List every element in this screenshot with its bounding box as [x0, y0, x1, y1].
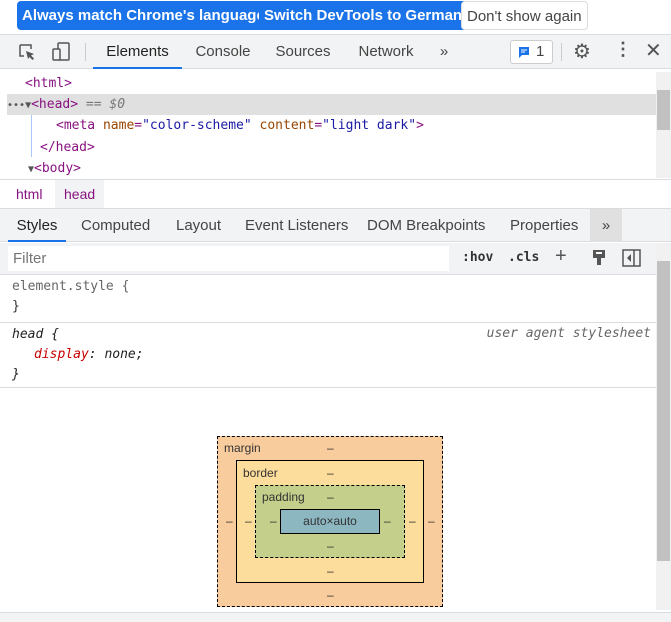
tab-properties[interactable]: Properties	[510, 209, 578, 242]
border-top-value[interactable]: –	[327, 466, 334, 480]
issues-icon	[519, 47, 529, 58]
padding-right-value[interactable]: –	[384, 514, 391, 528]
tab-console[interactable]: Console	[186, 35, 260, 69]
switch-devtools-german-button[interactable]: Switch DevTools to German	[259, 1, 468, 30]
head-rule[interactable]: head { display: none; }	[12, 325, 144, 385]
bottom-bar	[0, 612, 671, 622]
dom-node-head-selected[interactable]: •••▼<head> == $0	[7, 94, 656, 115]
devtools-toolbar: Elements Console Sources Network » 1 ⚙ ⋮…	[0, 34, 671, 69]
tab-network[interactable]: Network	[350, 35, 422, 69]
toggle-sidebar-icon[interactable]	[622, 249, 641, 267]
tab-styles[interactable]: Styles	[8, 209, 66, 242]
breadcrumb: html head	[0, 179, 671, 208]
margin-bottom-value[interactable]: –	[327, 588, 334, 602]
inspect-element-icon[interactable]	[18, 43, 36, 61]
styles-scrollbar[interactable]	[656, 243, 671, 610]
dom-scrollbar[interactable]	[656, 72, 671, 178]
more-sidebar-tabs-button[interactable]: »	[590, 209, 622, 242]
padding-bottom-value[interactable]: –	[327, 539, 334, 553]
tab-layout[interactable]: Layout	[176, 209, 221, 242]
dom-node-meta[interactable]: <meta name="color-scheme" content="light…	[56, 115, 424, 136]
padding-label: padding	[262, 490, 305, 504]
dom-node-head-close[interactable]: </head>	[40, 137, 95, 158]
margin-top-value[interactable]: –	[327, 441, 334, 455]
padding-left-value[interactable]: –	[270, 514, 277, 528]
border-label: border	[243, 466, 278, 480]
hover-state-toggle[interactable]: :hov	[462, 250, 493, 265]
box-model-content[interactable]: auto×auto	[280, 509, 380, 534]
tab-elements[interactable]: Elements	[93, 35, 182, 69]
dom-tree: <html> •••▼<head> == $0 <meta name="colo…	[0, 72, 671, 178]
breadcrumb-head[interactable]: head	[55, 180, 105, 208]
css-property-display[interactable]: display	[12, 347, 89, 362]
more-tabs-button[interactable]: »	[432, 35, 456, 69]
tab-event-listeners[interactable]: Event Listeners	[245, 209, 348, 242]
border-left-value[interactable]: –	[245, 514, 252, 528]
always-match-language-button[interactable]: Always match Chrome's language	[17, 1, 270, 30]
sidebar-tabs: Styles Computed Layout Event Listeners D…	[0, 208, 671, 242]
margin-label: margin	[224, 441, 261, 455]
border-right-value[interactable]: –	[409, 514, 416, 528]
styles-toolbar: :hov .cls +	[0, 243, 656, 275]
user-agent-stylesheet-label: user agent stylesheet	[486, 326, 651, 341]
tab-computed[interactable]: Computed	[81, 209, 150, 242]
settings-gear-icon[interactable]: ⚙	[573, 39, 591, 64]
close-icon[interactable]: ✕	[645, 38, 662, 63]
node-actions-dots[interactable]: •••	[7, 100, 25, 111]
border-bottom-value[interactable]: –	[327, 564, 334, 578]
dont-show-again-button[interactable]: Don't show again	[461, 1, 588, 30]
padding-top-value[interactable]: –	[327, 490, 334, 504]
issues-button[interactable]: 1	[510, 40, 553, 64]
device-toolbar-icon[interactable]	[52, 42, 70, 62]
class-toggle[interactable]: .cls	[508, 250, 539, 265]
issues-count: 1	[536, 43, 545, 60]
new-rule-plus-icon[interactable]: +	[555, 245, 567, 268]
margin-left-value[interactable]: –	[226, 514, 233, 528]
color-format-brush-icon[interactable]	[591, 249, 607, 267]
tab-sources[interactable]: Sources	[268, 35, 338, 69]
tab-dom-breakpoints[interactable]: DOM Breakpoints	[367, 209, 485, 242]
margin-right-value[interactable]: –	[428, 514, 435, 528]
dom-node-html[interactable]: <html>	[25, 73, 72, 94]
breadcrumb-html[interactable]: html	[16, 186, 42, 202]
element-style-rule[interactable]: element.style {}	[12, 277, 129, 317]
css-value-none[interactable]: none;	[104, 347, 143, 362]
dom-node-body[interactable]: ▼<body>	[28, 158, 81, 179]
more-options-icon[interactable]: ⋮	[614, 39, 632, 60]
styles-filter-input[interactable]	[8, 246, 449, 271]
